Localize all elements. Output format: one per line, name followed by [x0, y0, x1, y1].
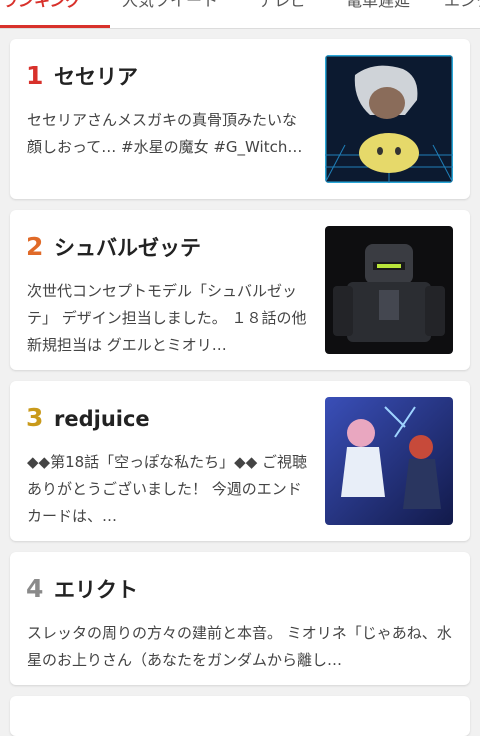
trend-thumbnail[interactable]: [325, 55, 453, 183]
trend-thumbnail[interactable]: [325, 397, 453, 525]
tab-tv[interactable]: テレビ: [258, 0, 306, 11]
rank-number: 2: [26, 232, 44, 261]
trend-thumbnail[interactable]: [325, 226, 453, 354]
active-tab-indicator: [0, 25, 110, 28]
rank-number: 1: [26, 61, 44, 90]
rank-number: 4: [26, 574, 44, 603]
tab-train-delay[interactable]: 電車遅延: [346, 0, 410, 11]
ranking-card-3[interactable]: 3 redjuice ◆◆第18話「空っぽな私たち」◆◆ ご視聴ありがとうござい…: [10, 381, 470, 541]
ranking-card-2[interactable]: 2 シュバルゼッテ 次世代コンセプトモデル「シュバルゼッテ」 デザイン担当しまし…: [10, 210, 470, 370]
tab-ranking[interactable]: ランキング: [2, 0, 82, 11]
ranking-card-4[interactable]: 4 エリクト スレッタの周りの方々の建前と本音。 ミオリネ「じゃあね、水星のお上…: [10, 552, 470, 685]
trend-title: シュバルゼッテ: [54, 236, 201, 260]
ranking-card-1[interactable]: 1 セセリア セセリアさんメスガキの真骨頂みたいな顔しおって… #水星の魔女 #…: [10, 39, 470, 199]
trend-title: エリクト: [54, 578, 138, 602]
tab-entertainment[interactable]: エンタ: [444, 0, 480, 11]
trend-description: 次世代コンセプトモデル「シュバルゼッテ」 デザイン担当しました。 １８話の他新規…: [27, 282, 307, 354]
trend-description: スレッタの周りの方々の建前と本音。 ミオリネ「じゃあね、水星のお上りさん（あなた…: [27, 624, 452, 669]
trend-description: セセリアさんメスガキの真骨頂みたいな顔しおって… #水星の魔女 #G_Witch…: [27, 111, 303, 156]
ranking-card-5[interactable]: [10, 696, 470, 736]
rank-number: 3: [26, 403, 44, 432]
trend-title: redjuice: [54, 407, 150, 431]
category-tab-bar: ランキング 人気ツイート テレビ 電車遅延 エンタ: [0, 0, 480, 29]
trend-title: セセリア: [54, 65, 138, 89]
tab-popular-tweets[interactable]: 人気ツイート: [122, 0, 218, 11]
trend-description: ◆◆第18話「空っぽな私たち」◆◆ ご視聴ありがとうございました！ 今週のエンド…: [27, 453, 307, 525]
